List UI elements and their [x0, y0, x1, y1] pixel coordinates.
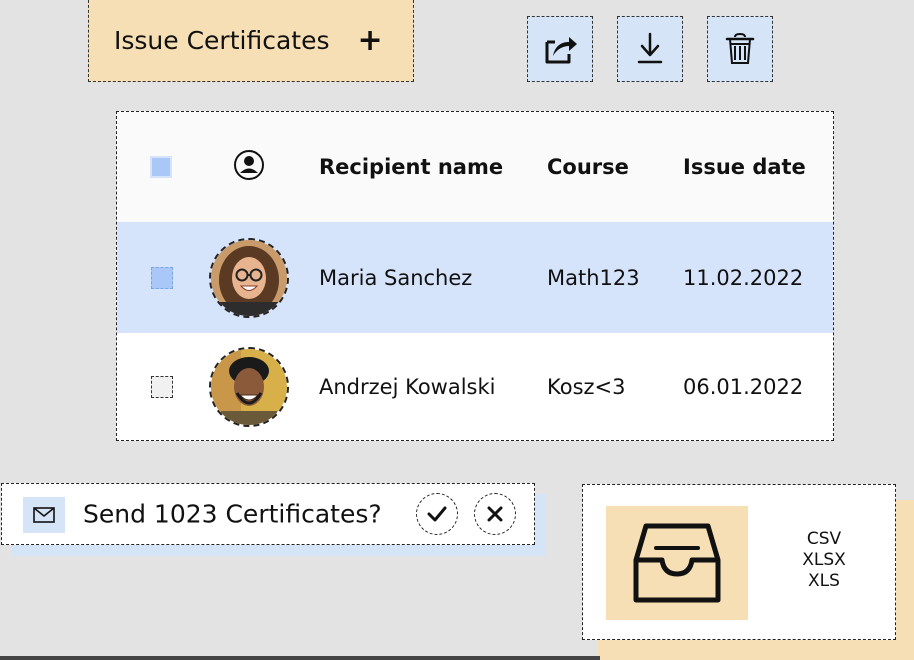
- course: Math123: [547, 265, 640, 290]
- send-confirmation-bar: Send 1023 Certificates?: [1, 483, 535, 545]
- delete-button[interactable]: [707, 16, 773, 82]
- header-recipient-name[interactable]: Recipient name: [319, 155, 503, 179]
- confirm-send-button[interactable]: [416, 493, 458, 535]
- select-all-checkbox[interactable]: [152, 158, 170, 176]
- download-button[interactable]: [617, 16, 683, 82]
- issue-date: 06.01.2022: [683, 374, 804, 399]
- issue-certificates-button[interactable]: Issue Certificates +: [88, 0, 414, 82]
- close-icon: [487, 506, 503, 522]
- format-xlsx: XLSX: [802, 550, 846, 570]
- avatar: [209, 346, 289, 427]
- share-button[interactable]: [527, 16, 593, 82]
- table-row[interactable]: Andrzej Kowalski Kosz<3 06.01.2022: [117, 333, 833, 440]
- mail-icon: [23, 497, 65, 533]
- row-checkbox[interactable]: [151, 375, 173, 398]
- check-icon: [427, 506, 447, 522]
- issue-certificates-label: Issue Certificates: [114, 26, 330, 55]
- inbox-tray-icon[interactable]: [606, 506, 748, 620]
- recipient-name: Maria Sanchez: [319, 265, 473, 290]
- avatar: [209, 237, 289, 318]
- trash-icon: [725, 32, 755, 64]
- issue-date: 11.02.2022: [683, 265, 804, 290]
- supported-formats: CSV XLSX XLS: [779, 529, 869, 592]
- table-row[interactable]: Maria Sanchez Math123 11.02.2022: [117, 222, 833, 333]
- file-upload-area[interactable]: CSV XLSX XLS: [582, 484, 896, 640]
- course: Kosz<3: [547, 374, 626, 399]
- cancel-send-button[interactable]: [474, 493, 516, 535]
- download-icon: [637, 32, 663, 64]
- table-header-row: Recipient name Course Issue date: [117, 112, 833, 222]
- header-issue-date[interactable]: Issue date: [683, 155, 806, 179]
- plus-icon: +: [357, 22, 383, 58]
- send-prompt-text: Send 1023 Certificates?: [83, 499, 382, 529]
- row-checkbox[interactable]: [151, 266, 173, 289]
- person-circle-icon: [233, 149, 265, 185]
- recipient-name: Andrzej Kowalski: [319, 374, 496, 399]
- format-csv: CSV: [806, 529, 842, 549]
- share-icon: [545, 37, 577, 64]
- header-course[interactable]: Course: [547, 155, 629, 179]
- bottom-edge: [0, 656, 600, 660]
- recipients-table: Recipient name Course Issue date Maria S…: [116, 111, 834, 441]
- format-xls: XLS: [808, 571, 840, 591]
